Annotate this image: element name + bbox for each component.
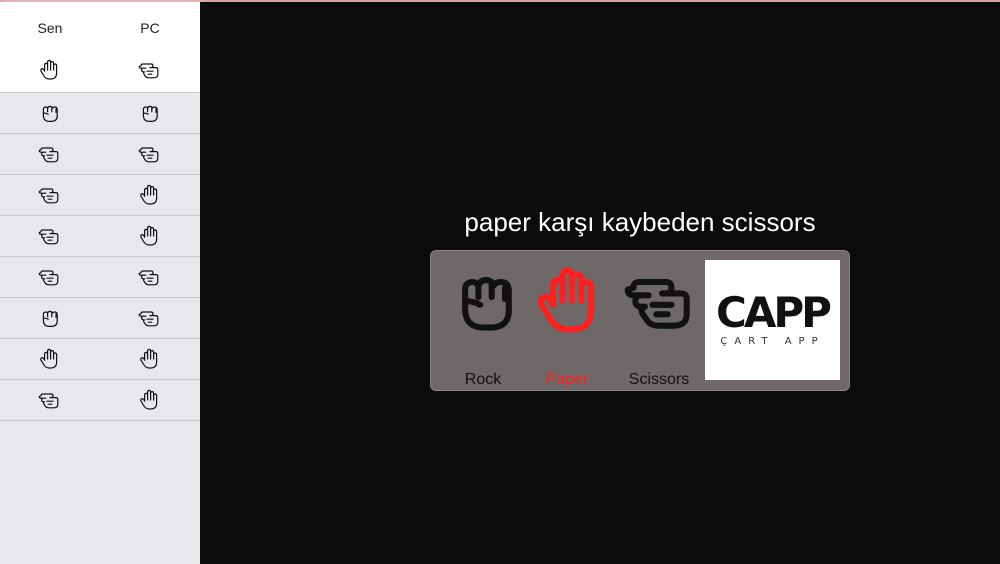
result-text: paper karşı kaybeden scissors bbox=[464, 207, 816, 237]
scissors-icon bbox=[0, 183, 100, 207]
scissors-label: Scissors bbox=[628, 371, 690, 388]
history-list bbox=[0, 92, 200, 421]
scissors-button[interactable]: Scissors bbox=[619, 261, 699, 388]
paper-icon bbox=[0, 347, 100, 371]
rock-icon bbox=[0, 101, 100, 125]
scissors-icon bbox=[100, 265, 200, 289]
scissors-icon bbox=[0, 388, 100, 412]
history-row bbox=[0, 380, 200, 421]
logo-main-text: CAPP bbox=[716, 288, 832, 337]
scissors-icon bbox=[0, 142, 100, 166]
paper-icon bbox=[100, 388, 200, 412]
paper-icon bbox=[100, 183, 200, 207]
history-row bbox=[0, 92, 200, 134]
history-row bbox=[0, 134, 200, 175]
history-row bbox=[0, 257, 200, 298]
paper-button[interactable]: Paper bbox=[527, 261, 607, 388]
logo-sub-text: ÇART APP bbox=[720, 336, 825, 347]
capp-logo: CAPP ÇART APP bbox=[705, 260, 840, 380]
column-label-sen: Sen bbox=[37, 20, 63, 36]
scissors-icon bbox=[100, 306, 200, 330]
paper-label: Paper bbox=[545, 371, 589, 388]
current-pc-hand-icon bbox=[100, 58, 200, 82]
scissors-icon bbox=[0, 224, 100, 248]
current-round-row bbox=[0, 50, 200, 90]
paper-icon bbox=[100, 347, 200, 371]
rock-icon bbox=[100, 101, 200, 125]
history-row bbox=[0, 339, 200, 380]
current-sen-hand-icon bbox=[0, 58, 100, 82]
column-label-pc: PC bbox=[140, 20, 160, 36]
scissors-icon bbox=[100, 142, 200, 166]
game-area: paper karşı kaybeden scissors Rock Paper… bbox=[200, 2, 1000, 564]
rock-button[interactable]: Rock bbox=[443, 261, 523, 388]
sidebar-header: Sen PC bbox=[0, 2, 200, 92]
choice-panel: Rock Paper Scissors CAPP ÇART APP bbox=[430, 250, 850, 391]
history-row bbox=[0, 175, 200, 216]
rock-icon bbox=[0, 306, 100, 330]
scissors-icon bbox=[0, 265, 100, 289]
history-sidebar: Sen PC bbox=[0, 2, 200, 564]
history-row bbox=[0, 216, 200, 257]
paper-icon bbox=[100, 224, 200, 248]
history-row bbox=[0, 298, 200, 339]
